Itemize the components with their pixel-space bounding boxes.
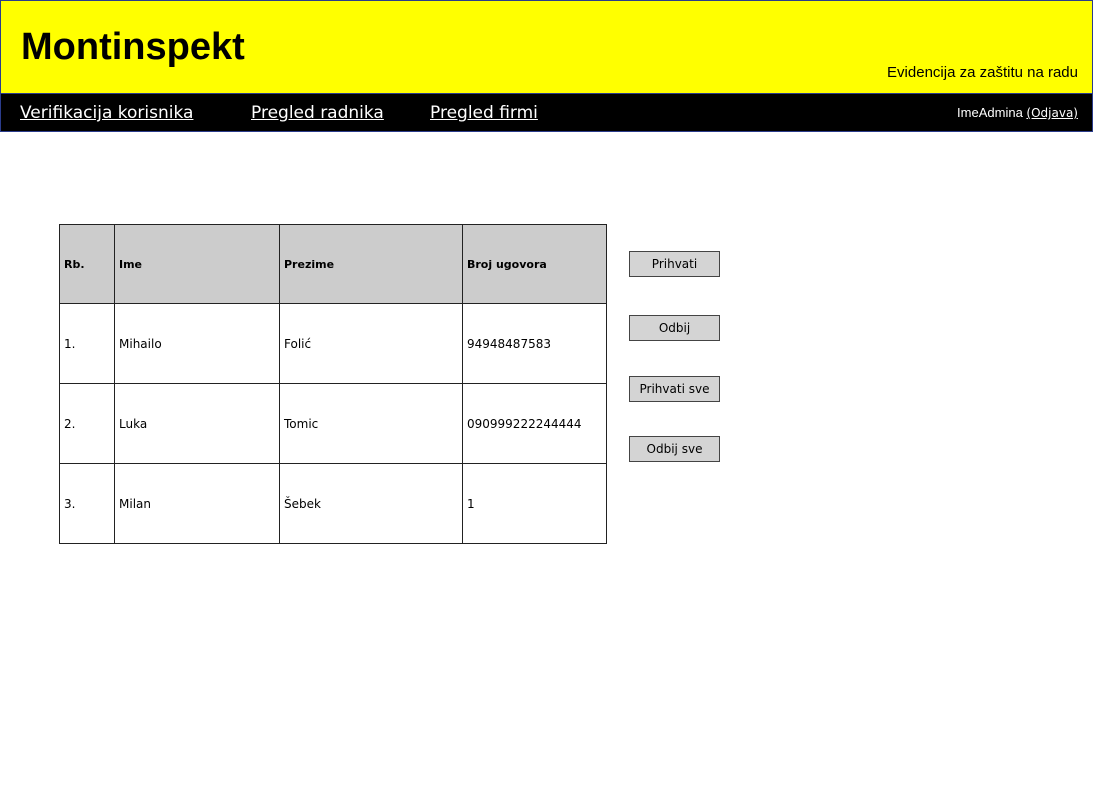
cell-broj-ugovora: 94948487583 <box>462 303 607 384</box>
accept-button[interactable]: Prihvati <box>629 251 720 277</box>
accept-all-button[interactable]: Prihvati sve <box>629 376 720 402</box>
column-header-broj-ugovora: Broj ugovora <box>462 224 607 304</box>
cell-rb: 2. <box>59 383 115 464</box>
nav-link-verifikacija[interactable]: Verifikacija korisnika <box>20 103 193 123</box>
app-header: Montinspekt Evidencija za zaštitu na rad… <box>0 0 1093 94</box>
table-row[interactable]: 3. Milan Šebek 1 <box>59 463 607 544</box>
cell-prezime: Folić <box>279 303 463 384</box>
cell-ime: Luka <box>114 383 280 464</box>
username: ImeAdmina <box>957 105 1023 120</box>
table-row[interactable]: 1. Mihailo Folić 94948487583 <box>59 303 607 384</box>
table-row[interactable]: 2. Luka Tomic 090999222244444 <box>59 383 607 464</box>
reject-button[interactable]: Odbij <box>629 315 720 341</box>
user-info: ImeAdmina (Odjava) <box>957 105 1078 120</box>
cell-broj-ugovora: 1 <box>462 463 607 544</box>
column-header-rb: Rb. <box>59 224 115 304</box>
table-header-row: Rb. Ime Prezime Broj ugovora <box>59 224 607 304</box>
column-header-ime: Ime <box>114 224 280 304</box>
cell-prezime: Šebek <box>279 463 463 544</box>
nav-link-pregled-radnika[interactable]: Pregled radnika <box>251 103 384 123</box>
cell-broj-ugovora: 090999222244444 <box>462 383 607 464</box>
cell-rb: 1. <box>59 303 115 384</box>
reject-all-button[interactable]: Odbij sve <box>629 436 720 462</box>
column-header-prezime: Prezime <box>279 224 463 304</box>
verification-table: Rb. Ime Prezime Broj ugovora 1. Mihailo … <box>59 224 607 544</box>
cell-ime: Milan <box>114 463 280 544</box>
cell-ime: Mihailo <box>114 303 280 384</box>
cell-prezime: Tomic <box>279 383 463 464</box>
cell-rb: 3. <box>59 463 115 544</box>
main-nav: Verifikacija korisnika Pregled radnika P… <box>0 94 1093 132</box>
nav-link-pregled-firmi[interactable]: Pregled firmi <box>430 103 538 123</box>
app-tagline: Evidencija za zaštitu na radu <box>887 64 1078 81</box>
logout-link[interactable]: (Odjava) <box>1026 106 1078 120</box>
app-title: Montinspekt <box>21 26 245 68</box>
